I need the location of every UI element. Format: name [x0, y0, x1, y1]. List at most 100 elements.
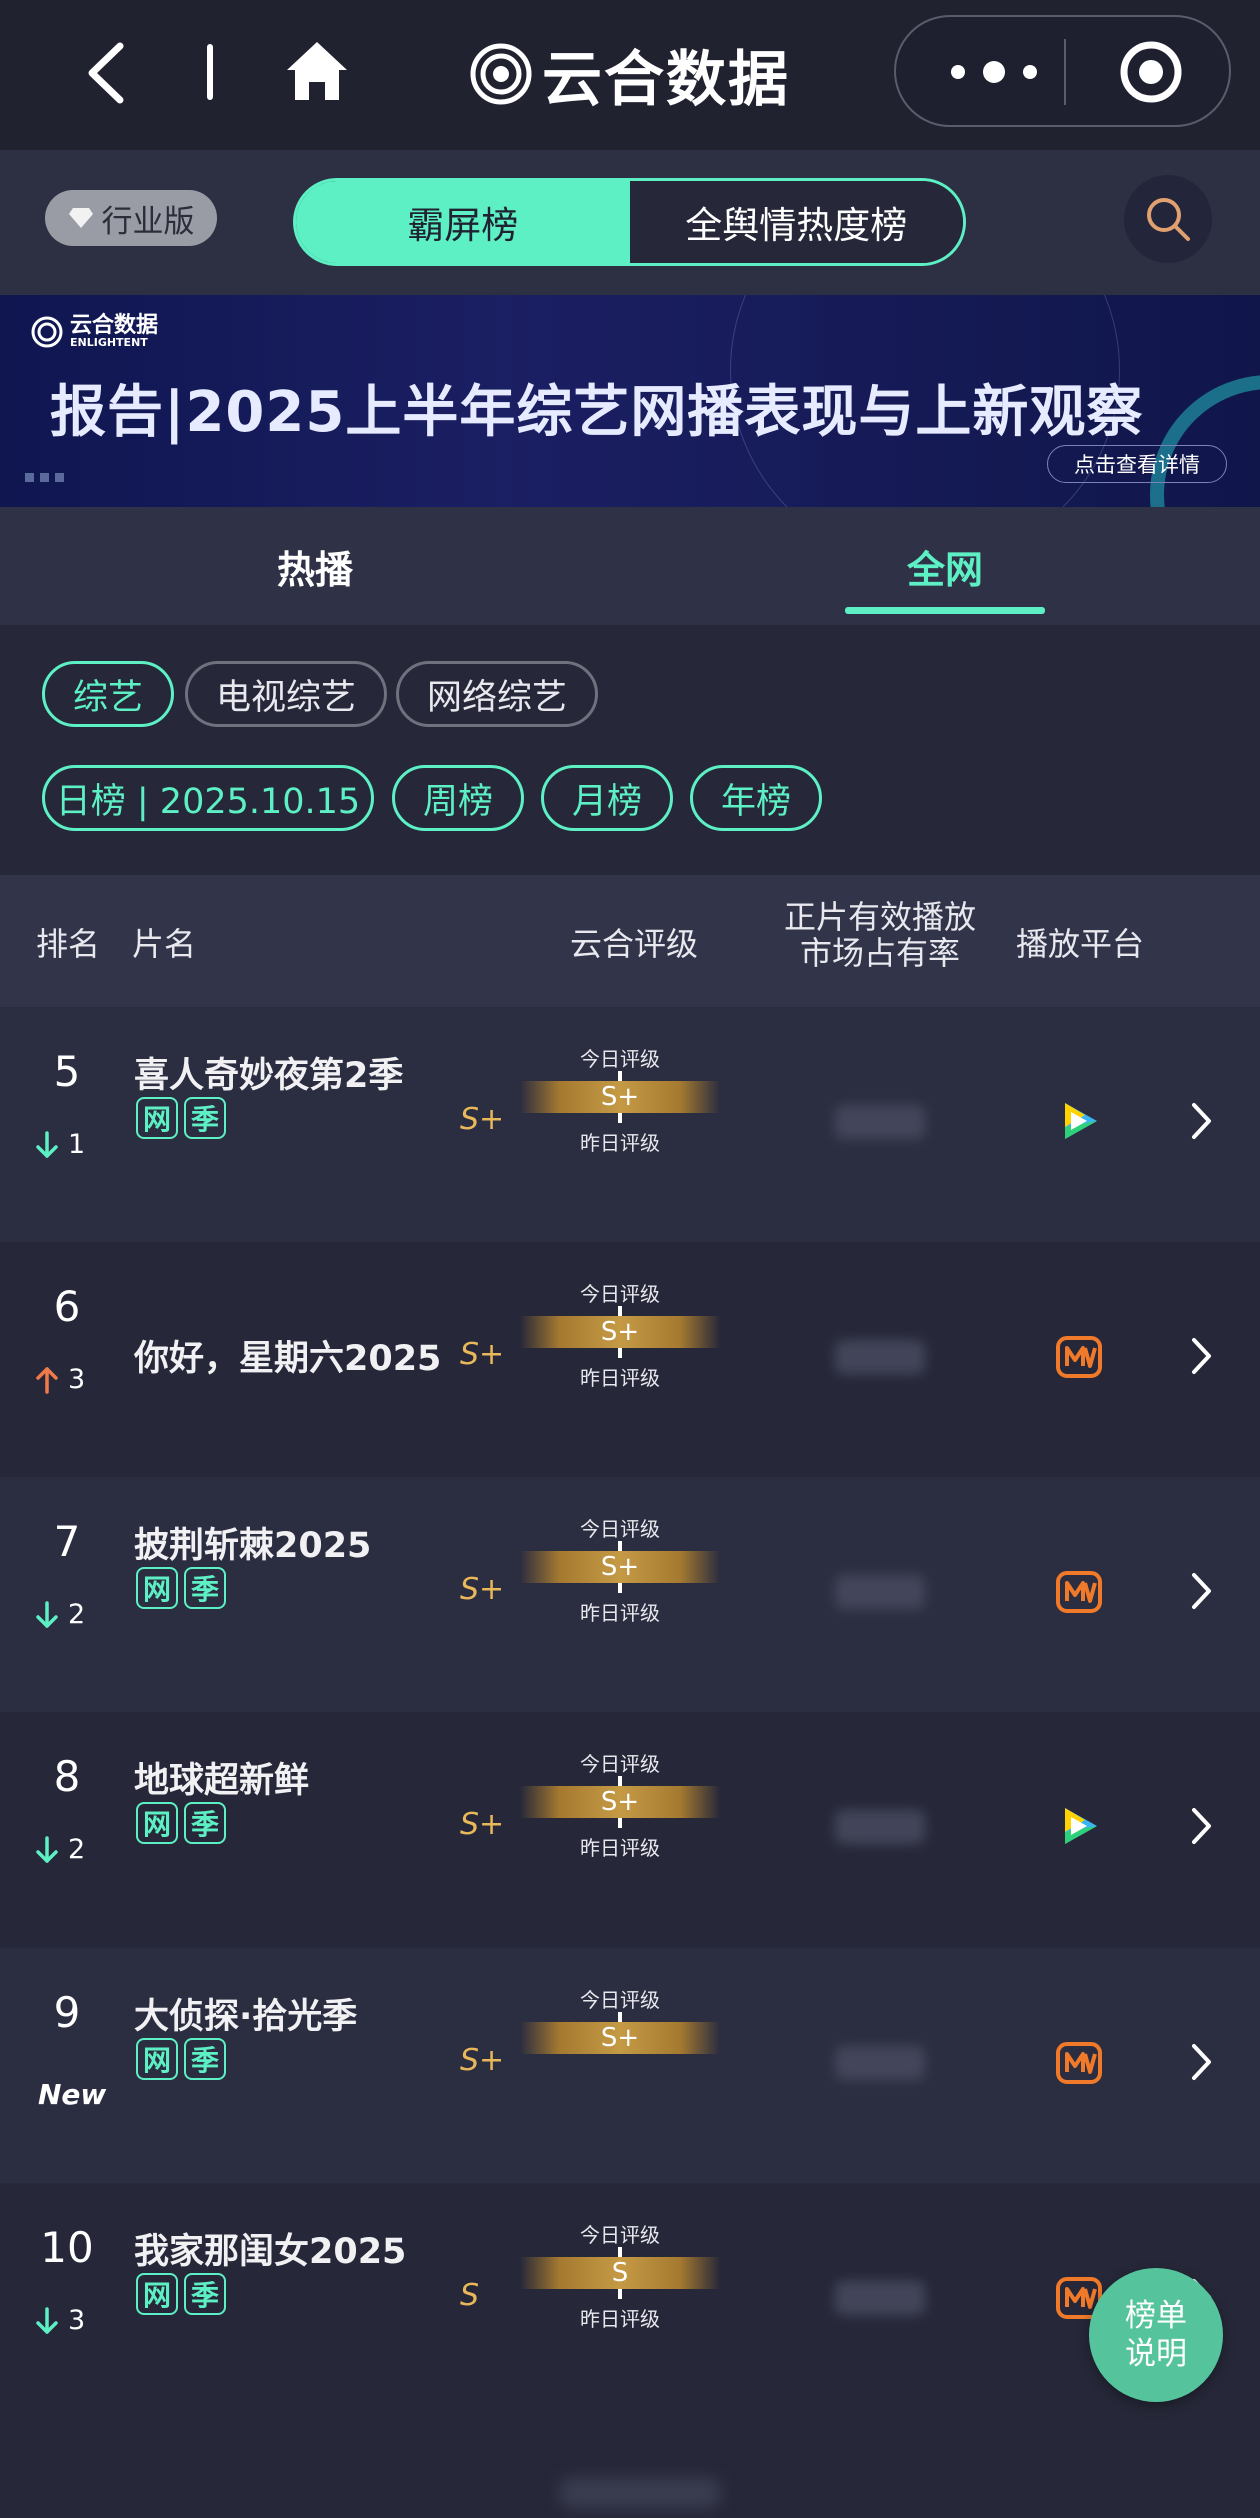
filter-variety[interactable]: 综艺: [42, 661, 174, 727]
today-rating-label: 今日评级: [580, 1517, 660, 1541]
table-row[interactable]: 7 2 披荆斩棘2025 网季 S+ 今日评级 S+ 昨日评级: [0, 1477, 1260, 1712]
more-dots-icon[interactable]: [944, 55, 1044, 89]
banner-logo-text: 云合数据 ENLIGHTENT: [70, 315, 158, 349]
rank-change: 3: [36, 2305, 116, 2336]
rank-number: 9: [53, 1988, 81, 2037]
rating-block: 今日评级 S+ 昨日评级: [520, 1043, 720, 1163]
period-weekly[interactable]: 周榜: [392, 765, 524, 831]
rank-change: 1: [36, 1129, 116, 1160]
title-tag: 网: [136, 1567, 178, 1609]
title-tag: 网: [136, 2038, 178, 2080]
blurred-footer: [560, 2478, 720, 2508]
table-row[interactable]: 6 3 你好，星期六2025 S+ 今日评级 S+ 昨日评级: [0, 1242, 1260, 1477]
yesterday-grade: S+: [460, 1807, 505, 1842]
yesterday-grade: S+: [460, 2043, 505, 2078]
rating-pointer: [618, 1113, 622, 1123]
app-title: 云合数据: [470, 34, 790, 115]
today-grade-bar: S: [520, 2257, 720, 2289]
enlightent-logo-icon: [31, 316, 63, 348]
rating-pointer: [618, 2012, 622, 2022]
yesterday-grade: S+: [460, 1337, 505, 1372]
app-logo-icon: [470, 43, 532, 105]
period-monthly[interactable]: 月榜: [541, 765, 673, 831]
rating-pointer: [618, 2247, 622, 2257]
ranking-table-header: 排名 片名 云合评级 正片有效播放 市场占有率 播放平台: [0, 875, 1260, 1007]
header-title: 片名: [132, 925, 197, 963]
yesterday-rating-label: 昨日评级: [580, 1131, 660, 1155]
chevron-right-icon[interactable]: [1188, 1571, 1214, 1611]
tab-hot-playing[interactable]: 热播: [0, 507, 630, 625]
chevron-right-icon[interactable]: [1188, 1806, 1214, 1846]
banner-title: 报告|2025上半年综艺网播表现与上新观察: [50, 380, 1144, 445]
rank-number: 7: [53, 1517, 81, 1566]
rank-number: 10: [40, 2223, 94, 2272]
rank-change: 3: [36, 1364, 116, 1395]
industry-edition-label: 行业版: [101, 203, 195, 240]
search-button[interactable]: [1124, 175, 1212, 263]
market-share-blurred: [835, 1340, 925, 1374]
yesterday-rating-label: 昨日评级: [580, 1366, 660, 1390]
banner-view-details-button[interactable]: 点击查看详情: [1047, 445, 1227, 483]
rating-block: 今日评级 S+: [520, 1984, 720, 2104]
today-grade-bar: S+: [520, 2022, 720, 2054]
rank-change: New: [38, 2078, 118, 2111]
market-share-blurred: [835, 1810, 925, 1844]
rank-change-value: 2: [68, 1599, 86, 1630]
nav-divider: [207, 44, 213, 100]
banner-dots: [25, 473, 64, 482]
report-banner[interactable]: 云合数据 ENLIGHTENT 报告|2025上半年综艺网播表现与上新观察 点击…: [0, 295, 1260, 507]
rank-change-value: 1: [68, 1129, 86, 1160]
header-platform: 播放平台: [1016, 925, 1145, 963]
table-row[interactable]: 5 1 喜人奇妙夜第2季网季 S+ 今日评级 S+ 昨日评级: [0, 1007, 1260, 1242]
ranking-explanation-button[interactable]: 榜单 说明: [1089, 2268, 1223, 2402]
today-grade-bar: S+: [520, 1316, 720, 1348]
rank-change-value: 3: [68, 2305, 86, 2336]
today-rating-label: 今日评级: [580, 2223, 660, 2247]
industry-edition-button[interactable]: 行业版: [45, 190, 217, 246]
segment-public-opinion[interactable]: 全舆情热度榜: [629, 181, 963, 263]
arrow-up-icon: [36, 1366, 58, 1394]
title-tags: 网季: [136, 1097, 226, 1139]
rating-pointer: [618, 1071, 622, 1081]
table-row[interactable]: 9 New 大侦探·拾光季网季 S+ 今日评级 S+: [0, 1948, 1260, 2183]
show-title: 你好，星期六2025: [134, 1339, 442, 1379]
top-navigation-bar: 云合数据: [0, 0, 1260, 150]
market-share-blurred: [835, 1105, 925, 1139]
header-market-share: 正片有效播放 市场占有率: [780, 899, 980, 971]
chevron-right-icon[interactable]: [1188, 1336, 1214, 1376]
period-yearly[interactable]: 年榜: [690, 765, 822, 831]
tencent-video-icon: [1055, 1097, 1103, 1145]
segment-bapingbang[interactable]: 霸屏榜: [296, 181, 630, 263]
home-icon[interactable]: [285, 40, 349, 102]
rank-change-value: 2: [68, 1834, 86, 1865]
title-tag: 季: [184, 2038, 226, 2080]
today-grade-bar: S+: [520, 1786, 720, 1818]
period-daily-date-picker[interactable]: 日榜 | 2025.10.15: [42, 765, 374, 831]
title-tag: 季: [184, 1097, 226, 1139]
fab-line1: 榜单: [1125, 2298, 1187, 2334]
yesterday-rating-label: 昨日评级: [580, 1601, 660, 1625]
record-circle-icon[interactable]: [1118, 39, 1184, 105]
filter-tv-variety[interactable]: 电视综艺: [185, 661, 387, 727]
mango-tv-icon: [1055, 2038, 1103, 2086]
rank-change: 2: [36, 1834, 116, 1865]
yesterday-grade: S+: [460, 1572, 505, 1607]
rating-block: 今日评级 S+ 昨日评级: [520, 1513, 720, 1633]
rank-change-value: 3: [68, 1364, 86, 1395]
banner-logo: 云合数据 ENLIGHTENT: [30, 315, 158, 349]
filter-web-variety[interactable]: 网络综艺: [396, 661, 598, 727]
rating-pointer: [618, 1583, 622, 1593]
banner-logo-cn: 云合数据: [70, 313, 159, 338]
chevron-left-icon[interactable]: [82, 40, 132, 106]
chevron-right-icon[interactable]: [1188, 2042, 1214, 2082]
chevron-right-icon[interactable]: [1188, 1101, 1214, 1141]
title-tag: 网: [136, 1802, 178, 1844]
table-row[interactable]: 10 3 我家那闺女2025 网季 S 今日评级 S 昨日评级: [0, 2183, 1260, 2418]
table-row[interactable]: 8 2 地球超新鲜网季 S+ 今日评级 S+ 昨日评级: [0, 1712, 1260, 1947]
today-grade-bar: S+: [520, 1551, 720, 1583]
title-tag: 季: [184, 1802, 226, 1844]
header-rating: 云合评级: [570, 925, 699, 963]
yesterday-grade: S+: [460, 1102, 505, 1137]
yesterday-grade: S: [460, 2278, 480, 2313]
show-title: 我家那闺女2025: [134, 2232, 407, 2272]
